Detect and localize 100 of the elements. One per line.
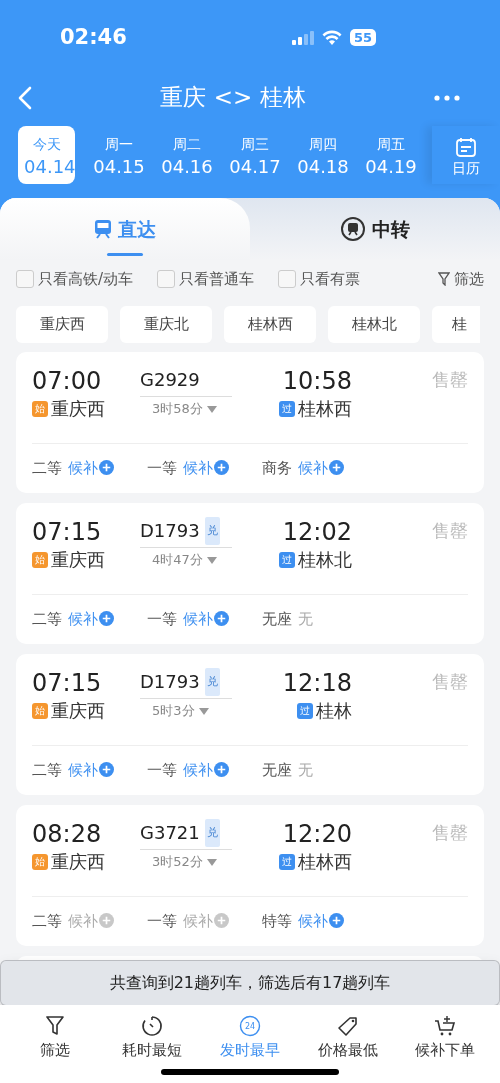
arrive-time: 12:02 — [281, 517, 352, 547]
sort-tab[interactable]: 24 发时最早 — [201, 1005, 299, 1083]
depart-time: 07:15 — [32, 668, 103, 698]
train-card[interactable]: 07:15 始 重庆西 D1793 兑 5时3分 12:18 过 桂林 售罄 二等 候补 一等 候补 无座 无 — [16, 654, 484, 795]
checkbox[interactable] — [157, 270, 176, 288]
train-icon — [94, 219, 112, 239]
sort-tab[interactable]: 耗时最短 — [103, 1005, 202, 1083]
from-station: 始 重庆西 — [32, 698, 140, 724]
signal-icon — [291, 30, 314, 45]
cart-icon — [433, 1015, 458, 1037]
train-card[interactable]: 07:15 始 重庆西 D1793 兑 4时47分 12:02 过 桂林北 售罄 二等 候补 一等 候补 无座 无 — [16, 503, 484, 644]
duration: 3时58分 — [152, 401, 203, 416]
seat-class: 无座 — [262, 761, 292, 780]
seat-class: 无座 — [262, 610, 292, 629]
depart-time: 08:28 — [32, 819, 103, 849]
date-tab[interactable]: 周一 04.15 — [85, 126, 153, 184]
to-station: 过 桂林北 — [264, 547, 352, 573]
filter-checkbox[interactable]: 只看普通车 — [157, 267, 255, 291]
arrive-time: 12:18 — [281, 668, 352, 698]
caret-icon[interactable] — [206, 859, 217, 866]
waitlist-link[interactable]: 候补 — [183, 610, 229, 629]
sort-tab[interactable]: 价格最低 — [298, 1005, 397, 1083]
to-station: 过 桂林 — [264, 698, 352, 724]
date-tab[interactable]: 周三 04.17 — [221, 126, 289, 184]
waitlist-link[interactable]: 候补 — [68, 761, 114, 780]
waitlist-link[interactable]: 候补 — [183, 761, 229, 780]
result-toast: 共查询到21趟列车，筛选后有17趟列车 — [0, 960, 500, 1006]
back-icon[interactable] — [18, 85, 32, 110]
plus-icon — [214, 611, 229, 627]
mode-tab[interactable]: 中转 — [250, 198, 500, 260]
date-tab[interactable]: 周四 04.18 — [289, 126, 357, 184]
duration: 3时52分 — [152, 854, 203, 869]
plus-icon — [99, 611, 114, 627]
caret-icon[interactable] — [206, 406, 217, 413]
route-title: 重庆 <> 桂林 — [160, 83, 306, 113]
station-chip[interactable]: 重庆西 — [16, 306, 108, 343]
more-icon[interactable] — [434, 94, 460, 101]
seat-class: 一等 — [147, 761, 177, 780]
battery-level: 55 — [349, 29, 376, 46]
calendar-button[interactable]: 日历 — [432, 126, 500, 184]
train-card[interactable]: 07:00 始 重庆西 G2929 3时58分 10:58 过 桂林西 售罄 二等 候补 一等 候补 商务 候补 — [16, 352, 484, 493]
plus-icon — [214, 913, 229, 929]
train-number: D1793 兑 — [140, 517, 264, 545]
date-tab[interactable]: 周五 04.19 — [357, 126, 425, 184]
duration: 4时47分 — [152, 552, 203, 567]
checkbox[interactable] — [16, 270, 34, 288]
seat-class: 一等 — [147, 459, 177, 478]
train-number: D1793 兑 — [140, 668, 264, 696]
checkbox[interactable] — [278, 270, 297, 288]
seat-class: 二等 — [32, 761, 62, 780]
clock-icon: 24 — [239, 1015, 261, 1037]
ticket-status: 售罄 — [432, 520, 468, 541]
plus-icon — [329, 913, 344, 929]
seat-class: 二等 — [32, 459, 62, 478]
status-time: 02:46 — [60, 23, 127, 51]
waitlist-link[interactable]: 候补 — [298, 912, 344, 931]
to-station: 过 桂林西 — [264, 849, 352, 875]
from-station: 始 重庆西 — [32, 396, 140, 422]
filter-checkbox[interactable]: 只看高铁/动车 — [16, 267, 134, 291]
from-station: 始 重庆西 — [32, 849, 140, 875]
waitlist-link[interactable]: 候补 — [68, 610, 114, 629]
waitlist-link[interactable]: 候补 — [183, 459, 229, 478]
date-tab[interactable]: 周二 04.16 — [153, 126, 221, 184]
plus-icon — [329, 460, 344, 476]
from-station: 始 重庆西 — [32, 547, 140, 573]
seat-class: 一等 — [147, 912, 177, 931]
caret-icon[interactable] — [198, 708, 209, 715]
waitlist-link[interactable]: 候补 — [68, 912, 114, 931]
waitlist-link[interactable]: 候补 — [183, 912, 229, 931]
filter-icon — [44, 1015, 65, 1037]
duration: 5时3分 — [152, 703, 195, 718]
plus-icon — [99, 460, 114, 476]
seat-availability: 无 — [298, 610, 313, 629]
filter-checkbox[interactable]: 只看有票 — [278, 267, 361, 291]
station-chip[interactable]: 桂 — [432, 306, 480, 343]
sort-tab[interactable]: 筛选 — [6, 1005, 104, 1083]
arrive-time: 10:58 — [281, 366, 352, 396]
station-chip[interactable]: 重庆北 — [120, 306, 212, 343]
train-number: G2929 — [140, 368, 201, 392]
train-number: G3721 兑 — [140, 819, 264, 847]
caret-icon[interactable] — [206, 557, 217, 564]
ticket-status: 售罄 — [432, 822, 468, 843]
station-chip[interactable]: 桂林北 — [328, 306, 420, 343]
ticket-status: 售罄 — [432, 369, 468, 390]
calendar-icon — [455, 136, 477, 158]
seat-class: 二等 — [32, 912, 62, 931]
plus-icon — [99, 762, 114, 778]
train-card[interactable]: 08:28 始 重庆西 G3721 兑 3时52分 12:20 过 桂林西 售罄 二等 候补 一等 候补 特等 候补 — [16, 805, 484, 946]
depart-time: 07:00 — [32, 366, 103, 396]
transfer-train-icon — [340, 216, 366, 242]
waitlist-link[interactable]: 候补 — [298, 459, 344, 478]
filter-button[interactable]: 筛选 — [438, 267, 484, 291]
date-tab[interactable]: 今天 04.14 — [18, 126, 75, 184]
depart-time: 07:15 — [32, 517, 103, 547]
waitlist-link[interactable]: 候补 — [68, 459, 114, 478]
plus-icon — [214, 762, 229, 778]
station-chip[interactable]: 桂林西 — [224, 306, 316, 343]
sort-tab[interactable]: 候补下单 — [396, 1005, 494, 1083]
tag-icon — [335, 1015, 360, 1037]
wifi-icon — [321, 30, 342, 45]
